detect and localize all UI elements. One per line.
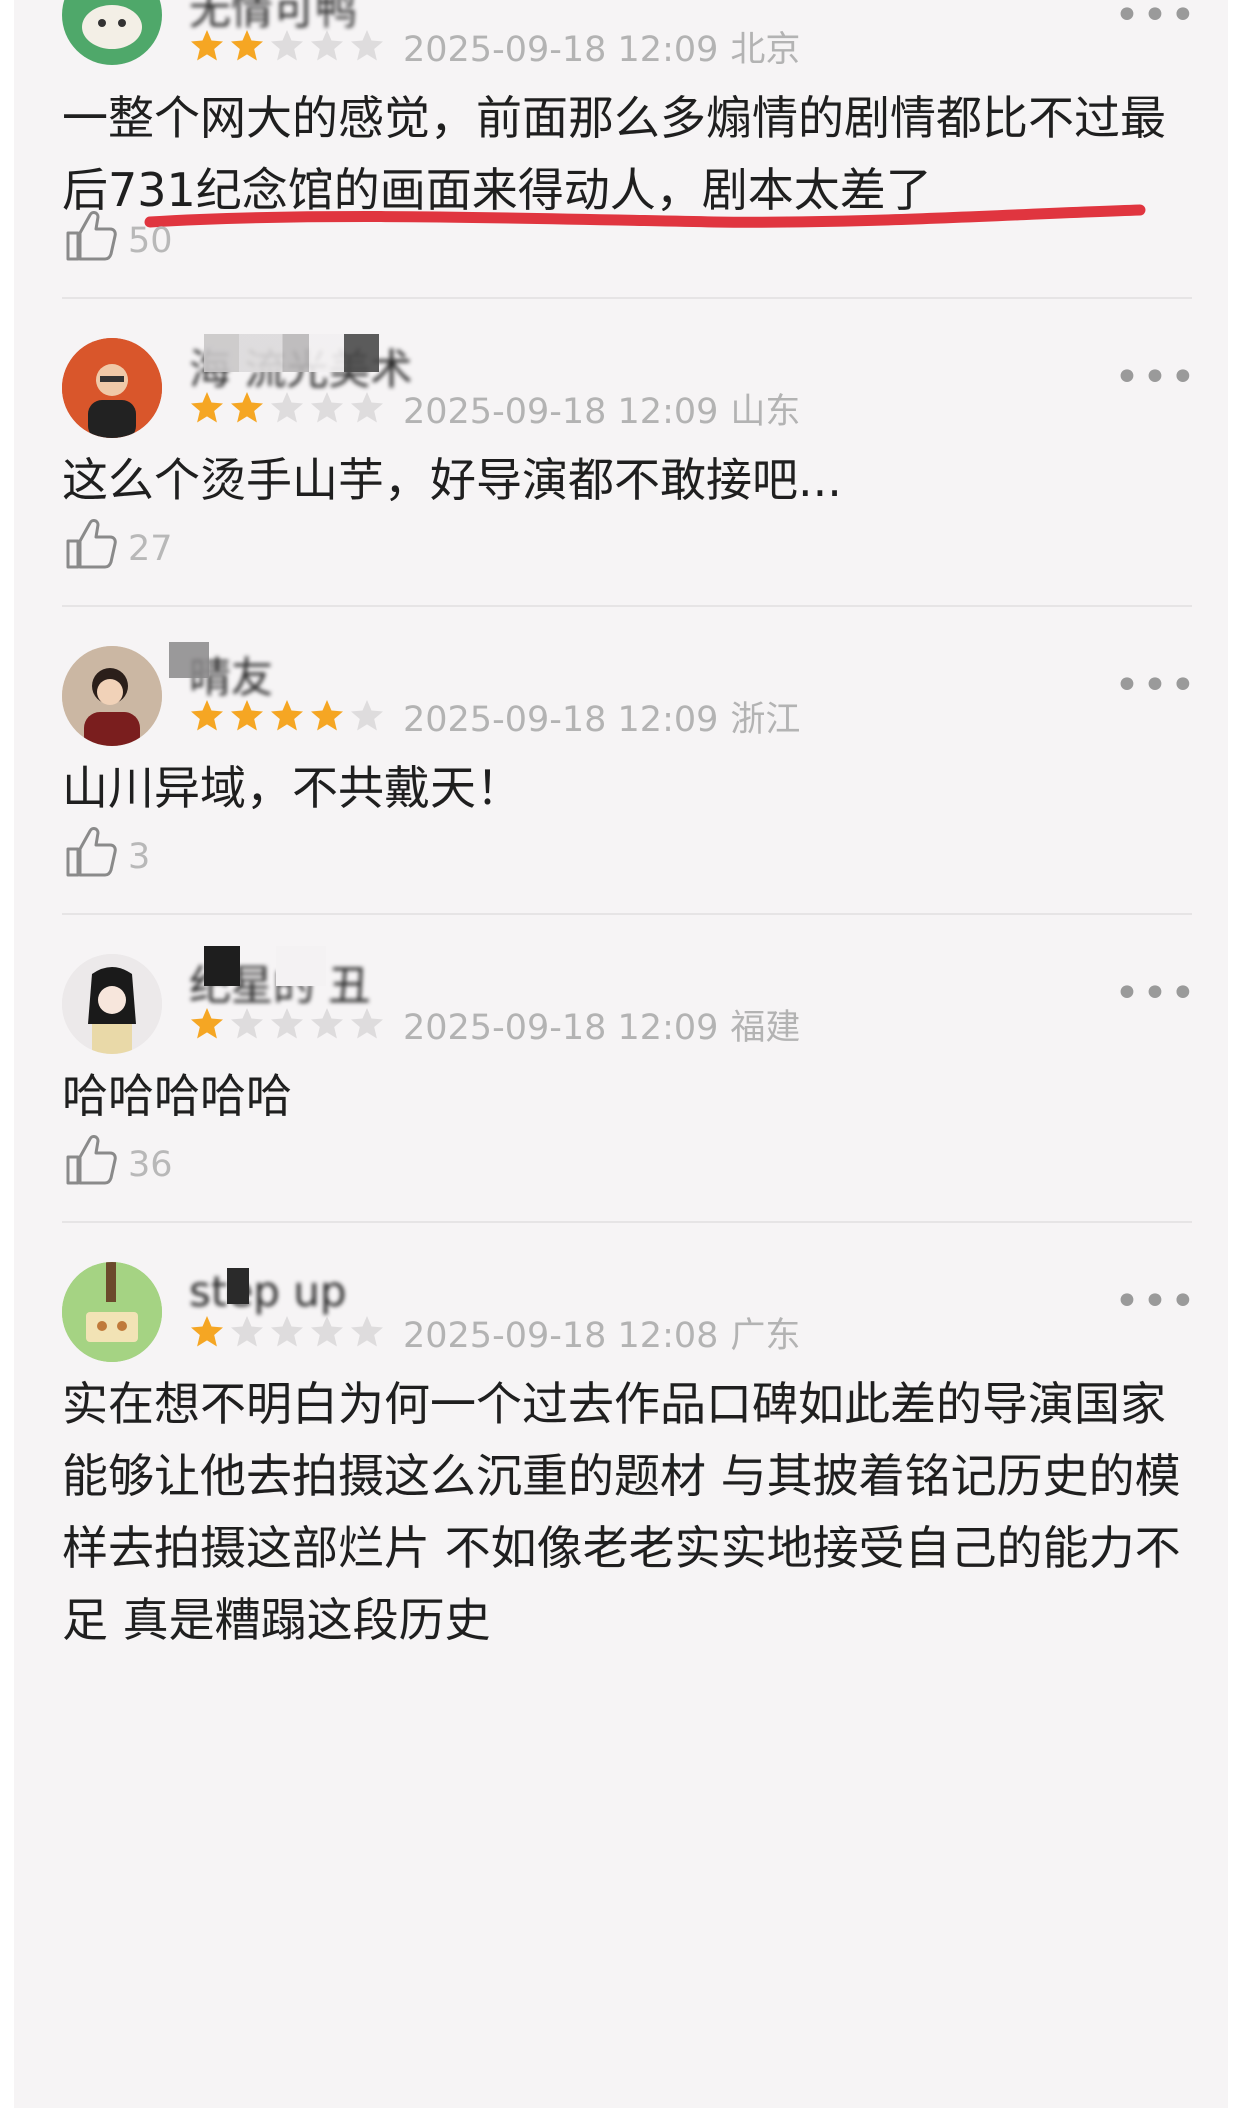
- star-filled-icon: [231, 700, 263, 731]
- mosaic-redaction: [169, 642, 209, 678]
- star-empty-icon: [271, 1316, 303, 1347]
- star-empty-icon: [351, 30, 383, 61]
- comment-text: 山川异域，不共戴天！: [62, 761, 522, 815]
- comment-date: 2025-09-18 12:09: [403, 392, 719, 432]
- star-filled-icon: [311, 700, 343, 731]
- star-empty-icon: [311, 392, 343, 423]
- comment-region: 福建: [730, 1008, 801, 1048]
- comment-meta: 2025-09-18 12:09 浙江: [403, 691, 800, 742]
- thumbs-up-icon: [66, 211, 117, 261]
- divider: [62, 297, 1192, 299]
- star-empty-icon: [311, 30, 343, 61]
- divider: [62, 913, 1192, 915]
- rating-stars: [189, 1006, 385, 1042]
- star-empty-icon: [231, 1316, 263, 1347]
- star-empty-icon: [351, 392, 383, 423]
- username[interactable]: step up: [189, 1264, 346, 1316]
- rating-stars: [189, 1314, 385, 1350]
- thumbs-up-icon: [66, 519, 117, 569]
- comment-meta: 2025-09-18 12:09 山东: [403, 383, 800, 434]
- comment-region: 山东: [730, 392, 801, 432]
- comment-text: 哈哈哈哈哈: [62, 1069, 292, 1123]
- rating-stars: [189, 28, 385, 64]
- mosaic-redaction: [276, 946, 326, 986]
- more-dots-icon[interactable]: •••: [1114, 972, 1198, 1016]
- like-count: 27: [128, 529, 173, 569]
- comment-list: 无情可鸭 2025-09-18 12:09 北京 ••• 一整个网大的感觉，前面那…: [14, 0, 1228, 2108]
- comment-region: 北京: [730, 30, 801, 70]
- star-empty-icon: [351, 1008, 383, 1039]
- comment-meta: 2025-09-18 12:09 北京: [403, 21, 800, 72]
- star-empty-icon: [271, 1008, 303, 1039]
- like-button[interactable]: 27: [62, 513, 173, 573]
- star-empty-icon: [311, 1008, 343, 1039]
- like-count: 3: [128, 837, 151, 877]
- comment-text: 实在想不明白为何一个过去作品口碑如此差的导演国家能够让他去拍摄这么沉重的题材 与…: [62, 1377, 1181, 1647]
- star-filled-icon: [191, 1008, 223, 1039]
- star-filled-icon: [231, 30, 263, 61]
- like-button[interactable]: 50: [62, 205, 173, 265]
- comment-text: 这么个烫手山芋，好导演都不敢接吧...: [62, 453, 842, 507]
- comment-date: 2025-09-18 12:09: [403, 700, 719, 740]
- like-count: 36: [128, 1145, 173, 1185]
- comment-region: 广东: [730, 1316, 801, 1356]
- avatar[interactable]: [62, 954, 162, 1054]
- divider: [62, 605, 1192, 607]
- comment-date: 2025-09-18 12:08: [403, 1316, 719, 1356]
- star-empty-icon: [271, 30, 303, 61]
- like-button[interactable]: 3: [62, 821, 150, 881]
- comment-region: 浙江: [730, 700, 801, 740]
- star-empty-icon: [231, 1008, 263, 1039]
- comment-date: 2025-09-18 12:09: [403, 1008, 719, 1048]
- star-empty-icon: [311, 1316, 343, 1347]
- mosaic-redaction: [227, 1268, 249, 1304]
- mosaic-redaction: [204, 946, 240, 986]
- star-filled-icon: [191, 392, 223, 423]
- rating-stars: [189, 698, 385, 734]
- star-empty-icon: [351, 700, 383, 731]
- thumbs-up-icon: [66, 1135, 117, 1185]
- star-filled-icon: [231, 392, 263, 423]
- avatar[interactable]: [62, 646, 162, 746]
- rating-stars: [189, 390, 385, 426]
- star-filled-icon: [191, 1316, 223, 1347]
- comment-meta: 2025-09-18 12:09 福建: [403, 999, 800, 1050]
- star-empty-icon: [351, 1316, 383, 1347]
- thumbs-up-icon: [66, 827, 117, 877]
- avatar[interactable]: [62, 338, 162, 438]
- star-filled-icon: [271, 700, 303, 731]
- divider: [62, 1221, 1192, 1223]
- more-dots-icon[interactable]: •••: [1114, 1280, 1198, 1324]
- comment-text: 一整个网大的感觉，前面那么多煽情的剧情都比不过最后731纪念馆的画面来得动人，剧…: [62, 91, 1166, 217]
- like-button[interactable]: 36: [62, 1129, 173, 1189]
- avatar[interactable]: [62, 1262, 162, 1362]
- star-filled-icon: [191, 700, 223, 731]
- comment-date: 2025-09-18 12:09: [403, 30, 719, 70]
- star-empty-icon: [271, 392, 303, 423]
- comment-meta: 2025-09-18 12:08 广东: [403, 1307, 800, 1358]
- mosaic-redaction: [204, 334, 379, 372]
- more-dots-icon[interactable]: •••: [1114, 664, 1198, 708]
- more-dots-icon[interactable]: •••: [1114, 356, 1198, 400]
- star-filled-icon: [191, 30, 223, 61]
- like-count: 50: [128, 221, 173, 261]
- more-dots-icon[interactable]: •••: [1114, 0, 1198, 38]
